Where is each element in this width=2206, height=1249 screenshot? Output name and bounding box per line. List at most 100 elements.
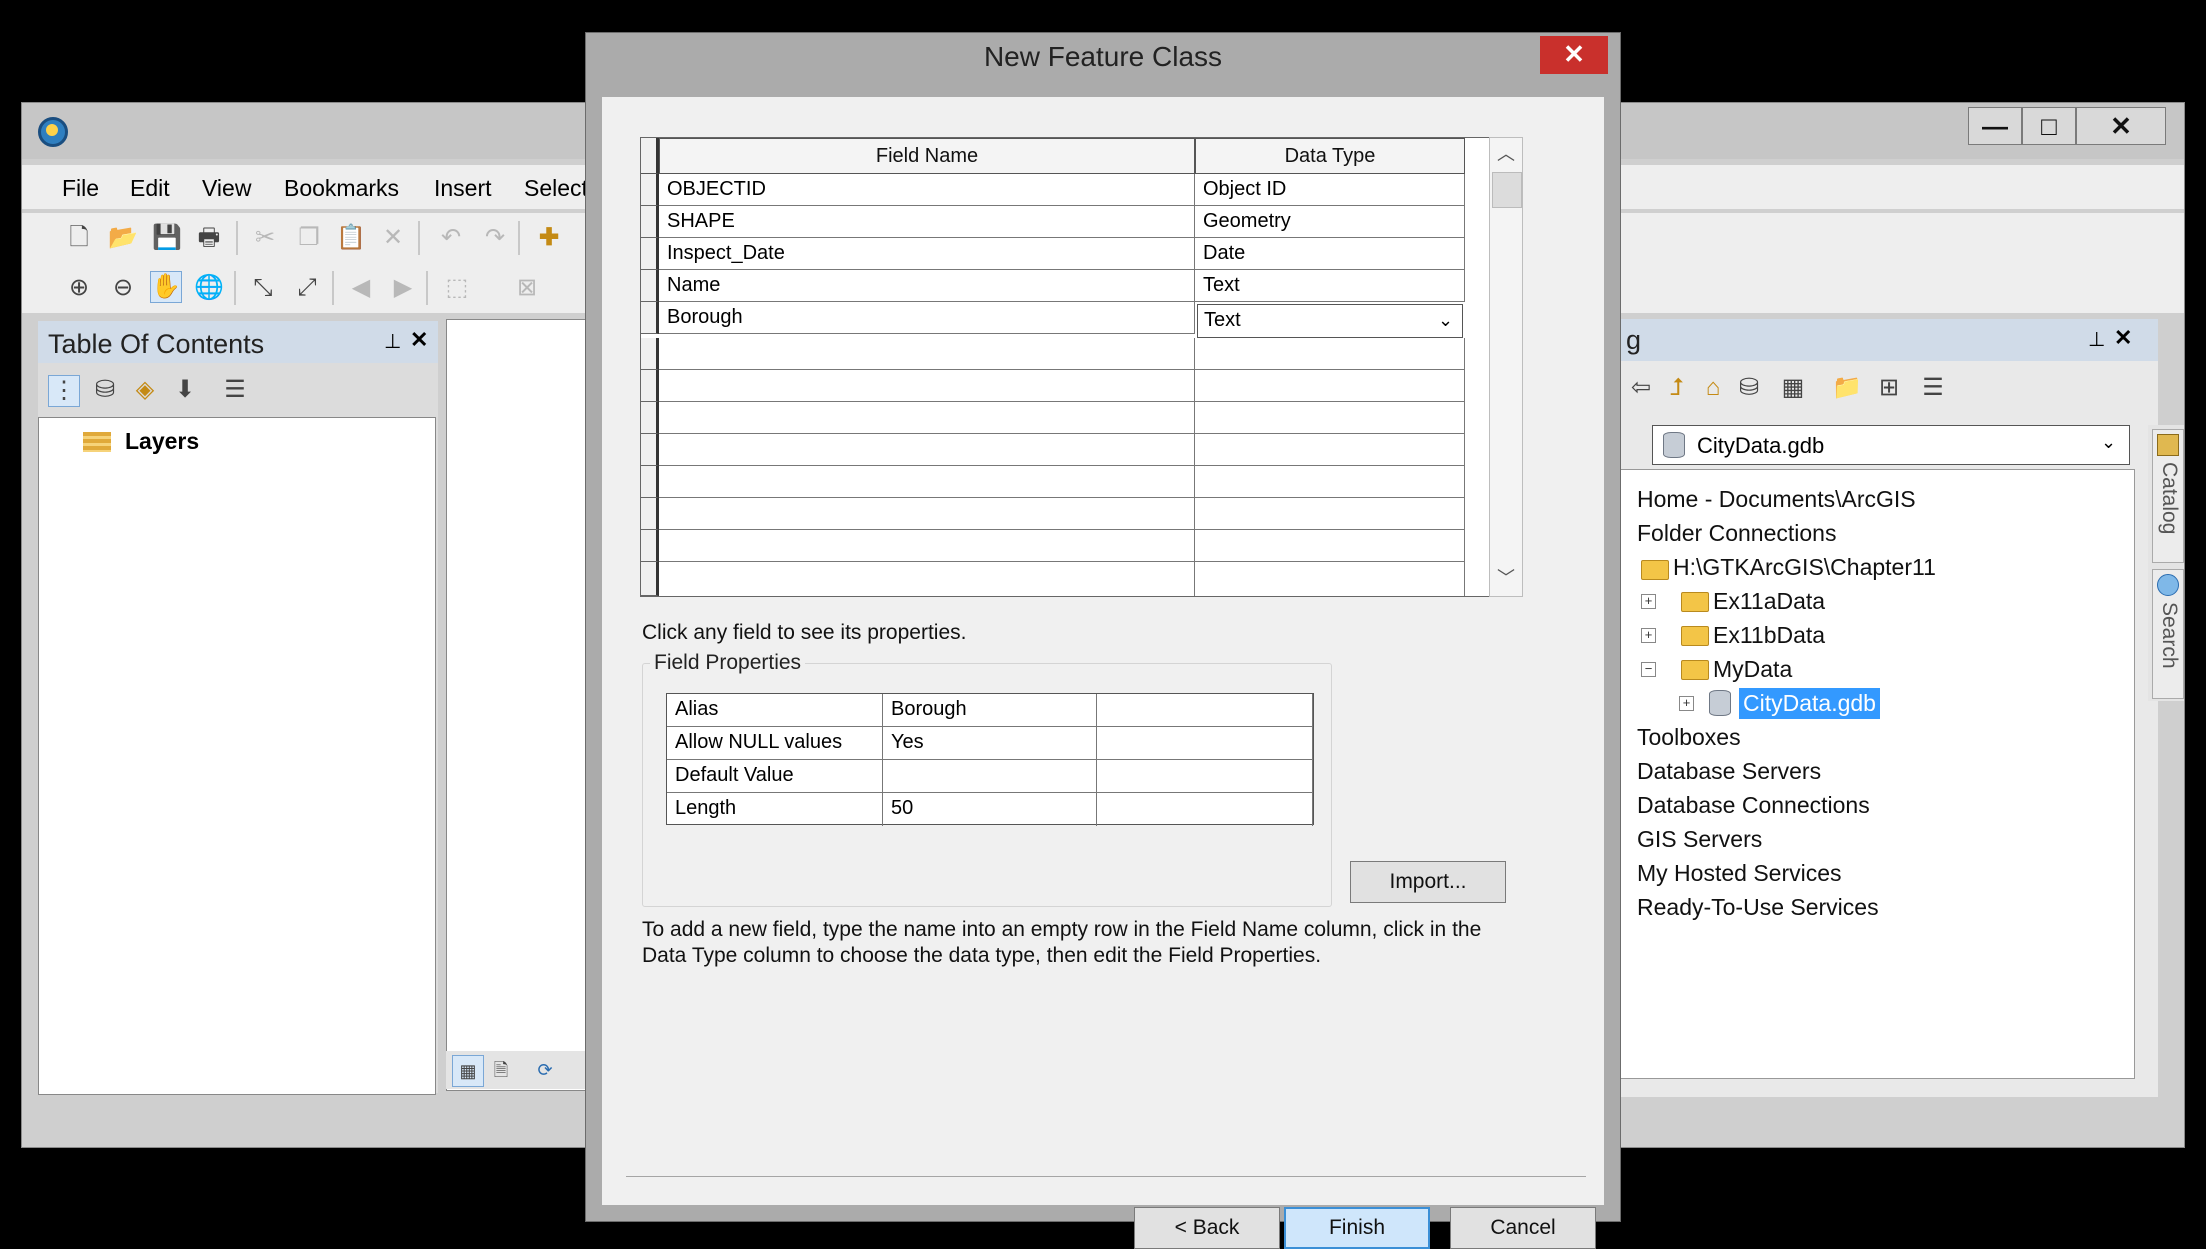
empty-data-type-cell[interactable]	[1195, 370, 1465, 402]
row-header[interactable]	[641, 562, 659, 596]
tree-item-folder-connections[interactable]: Folder Connections	[1637, 520, 1836, 547]
row-header[interactable]	[641, 302, 659, 334]
layout-view-icon[interactable]: 🗎	[486, 1055, 516, 1085]
maximize-button[interactable]: □	[2022, 107, 2076, 145]
undo-icon[interactable]: ↶	[436, 223, 466, 253]
empty-data-type-cell[interactable]	[1195, 562, 1465, 596]
expand-icon[interactable]: +	[1641, 594, 1656, 609]
field-name-cell[interactable]: SHAPE	[659, 206, 1195, 238]
empty-field-name-cell[interactable]	[659, 370, 1195, 402]
back-extent-icon[interactable]: ◀	[346, 273, 376, 303]
empty-field-name-cell[interactable]	[659, 338, 1195, 370]
clear-selection-icon[interactable]: ⊠	[512, 273, 542, 303]
home-icon[interactable]: ⌂	[1698, 373, 1728, 403]
collapse-icon[interactable]: −	[1641, 662, 1656, 677]
menu-insert[interactable]: Insert	[434, 175, 492, 202]
data-type-cell[interactable]: Date	[1195, 238, 1465, 270]
fixed-zoom-in-icon[interactable]: ⤡	[248, 273, 278, 303]
open-icon[interactable]: 📂	[108, 223, 138, 253]
data-view-icon[interactable]: ▦	[452, 1055, 484, 1087]
options-icon[interactable]: ☰	[220, 375, 250, 405]
scroll-thumb[interactable]	[1492, 172, 1522, 208]
redo-icon[interactable]: ↷	[480, 223, 510, 253]
column-header-data-type[interactable]: Data Type	[1195, 138, 1465, 174]
property-value[interactable]: Borough	[883, 694, 1097, 727]
tree-item-home[interactable]: Home - Documents\ArcGIS	[1637, 486, 1916, 513]
catalog-close-icon[interactable]: ✕	[2114, 325, 2132, 351]
row-header[interactable]	[641, 402, 659, 434]
menu-edit[interactable]: Edit	[130, 175, 170, 202]
row-header[interactable]	[641, 434, 659, 466]
row-header[interactable]	[641, 238, 659, 270]
menu-bookmarks[interactable]: Bookmarks	[284, 175, 399, 202]
views-icon[interactable]: ▦	[1778, 373, 1808, 403]
zoom-in-icon[interactable]: ⊕	[64, 273, 94, 303]
tree-item-mydata[interactable]: MyData	[1713, 656, 1792, 683]
location-combo[interactable]: CityData.gdb ⌄	[1652, 425, 2130, 465]
property-value[interactable]: Yes	[883, 727, 1097, 760]
search-side-tab[interactable]: Search	[2152, 569, 2184, 699]
field-name-cell[interactable]: OBJECTID	[659, 174, 1195, 206]
pan-icon[interactable]: ✋	[150, 271, 182, 303]
row-header[interactable]	[641, 270, 659, 302]
data-type-cell[interactable]: Object ID	[1195, 174, 1465, 206]
menu-select[interactable]: Select	[524, 175, 588, 202]
row-header[interactable]	[641, 206, 659, 238]
list-by-drawing-order-icon[interactable]: ⋮	[48, 375, 80, 407]
connect-folder-icon[interactable]: ⛁	[1734, 373, 1764, 403]
expand-icon[interactable]: +	[1679, 696, 1694, 711]
toc-close-icon[interactable]: ✕	[410, 327, 428, 353]
field-name-cell[interactable]: Inspect_Date	[659, 238, 1195, 270]
field-name-cell[interactable]: Borough	[659, 302, 1195, 334]
pin-icon[interactable]: ⊥	[384, 329, 401, 354]
list-by-visibility-icon[interactable]: ◈	[130, 375, 160, 405]
data-type-cell[interactable]: Geometry	[1195, 206, 1465, 238]
minimize-button[interactable]: —	[1968, 107, 2022, 145]
save-icon[interactable]: 💾	[152, 223, 182, 253]
empty-field-name-cell[interactable]	[659, 434, 1195, 466]
close-button[interactable]: ✕	[2076, 107, 2166, 145]
field-name-cell[interactable]: Name	[659, 270, 1195, 302]
print-icon[interactable]: 🖶	[194, 223, 224, 253]
back-icon[interactable]: ⇦	[1626, 373, 1656, 403]
column-header-field-name[interactable]: Field Name	[659, 138, 1195, 174]
add-data-icon[interactable]: ✚	[534, 223, 564, 253]
empty-field-name-cell[interactable]	[659, 498, 1195, 530]
empty-data-type-cell[interactable]	[1195, 434, 1465, 466]
forward-extent-icon[interactable]: ▶	[388, 273, 418, 303]
back-button[interactable]: < Back	[1134, 1207, 1280, 1249]
copy-icon[interactable]: ❐	[294, 223, 324, 253]
empty-data-type-cell[interactable]	[1195, 402, 1465, 434]
menu-view[interactable]: View	[202, 175, 251, 202]
empty-field-name-cell[interactable]	[659, 402, 1195, 434]
tree-item-gis-servers[interactable]: GIS Servers	[1637, 826, 1762, 853]
row-header[interactable]	[641, 466, 659, 498]
menu-file[interactable]: File	[62, 175, 99, 202]
pin-icon[interactable]: ⊥	[2088, 327, 2105, 352]
cancel-button[interactable]: Cancel	[1450, 1207, 1596, 1249]
row-header[interactable]	[641, 498, 659, 530]
property-value[interactable]: 50	[883, 793, 1097, 826]
toggle-contents-icon[interactable]: ⊞	[1874, 373, 1904, 403]
tree-item-chapter11[interactable]: H:\GTKArcGIS\Chapter11	[1673, 554, 1936, 581]
fixed-zoom-out-icon[interactable]: ⤢	[292, 273, 322, 303]
row-header[interactable]	[641, 174, 659, 206]
tree-item-my-hosted-services[interactable]: My Hosted Services	[1637, 860, 1842, 887]
property-value[interactable]	[883, 760, 1097, 793]
layers-label[interactable]: Layers	[125, 428, 199, 455]
new-document-icon[interactable]: 🗋	[64, 223, 94, 253]
empty-data-type-cell[interactable]	[1195, 338, 1465, 370]
delete-icon[interactable]: ✕	[378, 223, 408, 253]
scroll-down-icon[interactable]: ﹀	[1490, 562, 1522, 594]
list-by-source-icon[interactable]: ⛁	[90, 375, 120, 405]
options-icon[interactable]: ☰	[1918, 373, 1948, 403]
import-button[interactable]: Import...	[1350, 861, 1506, 903]
tree-item-ready-to-use-services[interactable]: Ready-To-Use Services	[1637, 894, 1879, 921]
tree-item-citydata-gdb[interactable]: CityData.gdb	[1739, 688, 1880, 719]
cut-icon[interactable]: ✂	[250, 223, 280, 253]
paste-icon[interactable]: 📋	[336, 223, 366, 253]
list-by-selection-icon[interactable]: ⬇	[170, 375, 200, 405]
chevron-down-icon[interactable]: ⌄	[2101, 432, 2116, 453]
refresh-icon[interactable]: ⟳	[530, 1055, 560, 1085]
tree-item-database-connections[interactable]: Database Connections	[1637, 792, 1870, 819]
